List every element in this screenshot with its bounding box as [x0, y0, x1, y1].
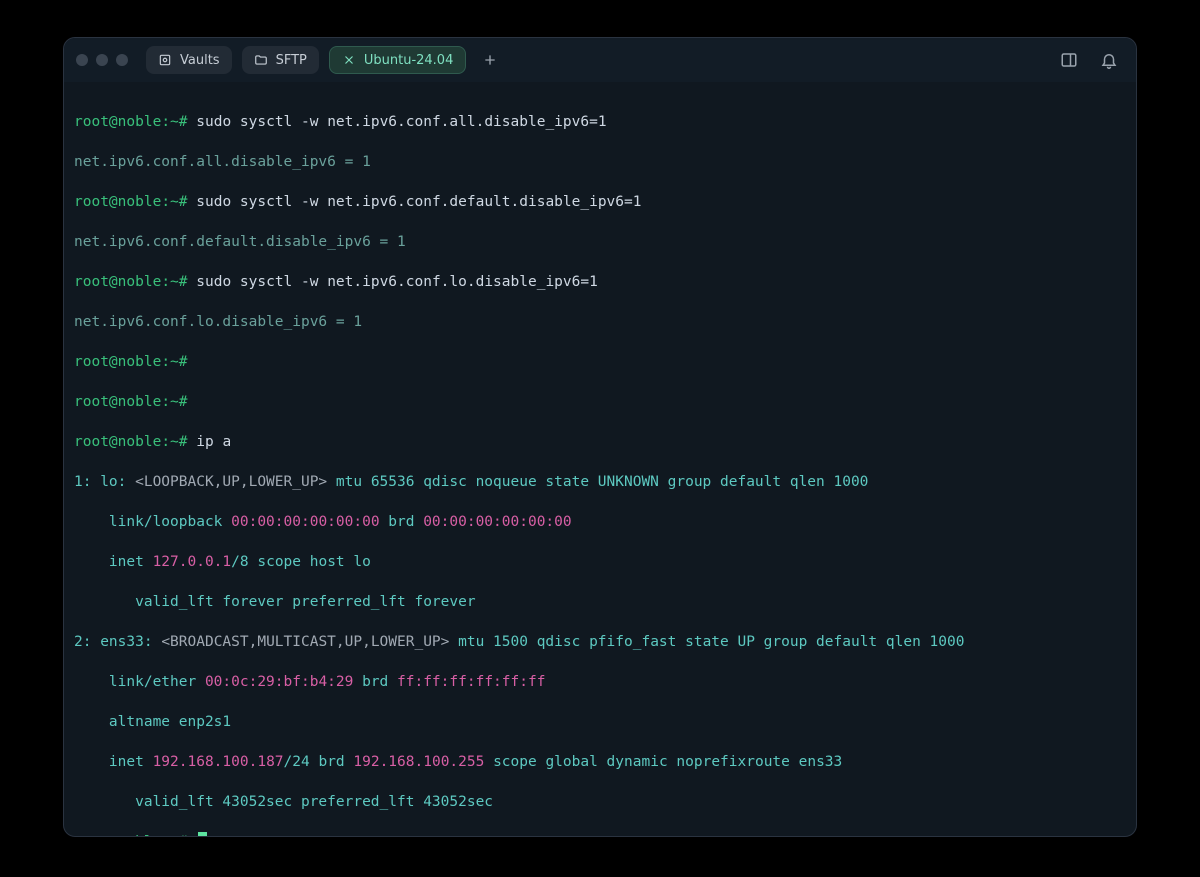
shell-prompt: root@noble:~# — [74, 354, 188, 370]
terminal-cursor — [198, 832, 207, 836]
output-line: valid_lft forever preferred_lft forever — [74, 592, 1126, 612]
sidebar-toggle-button[interactable] — [1054, 45, 1084, 75]
tab-label: SFTP — [276, 53, 307, 68]
command-text: sudo sysctl -w net.ipv6.conf.default.dis… — [196, 194, 641, 210]
vaults-icon — [158, 53, 172, 67]
terminal-output[interactable]: root@noble:~# sudo sysctl -w net.ipv6.co… — [64, 82, 1136, 836]
shell-prompt: root@noble:~# — [74, 194, 188, 210]
output-line: net.ipv6.conf.lo.disable_ipv6 = 1 — [74, 312, 1126, 332]
output-line: inet 127.0.0.1/8 scope host lo — [74, 552, 1126, 572]
new-tab-button[interactable] — [476, 46, 504, 74]
shell-prompt: root@noble:~# — [74, 394, 188, 410]
output-line: link/ether 00:0c:29:bf:b4:29 brd ff:ff:f… — [74, 672, 1126, 692]
shell-prompt: root@noble:~# — [74, 114, 188, 130]
close-tab-icon[interactable] — [342, 53, 356, 67]
tab-label: Ubuntu-24.04 — [364, 53, 454, 68]
output-line: 2: ens33: <BROADCAST,MULTICAST,UP,LOWER_… — [74, 632, 1126, 652]
shell-prompt: root@noble:~# — [74, 834, 188, 836]
close-window-button[interactable] — [76, 54, 88, 66]
output-line: valid_lft 43052sec preferred_lft 43052se… — [74, 792, 1126, 812]
tab-ubuntu[interactable]: Ubuntu-24.04 — [329, 46, 467, 74]
title-bar: Vaults SFTP Ubuntu-24.04 — [64, 38, 1136, 82]
notifications-button[interactable] — [1094, 45, 1124, 75]
output-line: net.ipv6.conf.all.disable_ipv6 = 1 — [74, 152, 1126, 172]
output-line: net.ipv6.conf.default.disable_ipv6 = 1 — [74, 232, 1126, 252]
shell-prompt: root@noble:~# — [74, 274, 188, 290]
output-line: 1: lo: <LOOPBACK,UP,LOWER_UP> mtu 65536 … — [74, 472, 1126, 492]
terminal-window: Vaults SFTP Ubuntu-24.04 — [63, 37, 1137, 837]
output-line: inet 192.168.100.187/24 brd 192.168.100.… — [74, 752, 1126, 772]
tab-label: Vaults — [180, 53, 220, 68]
maximize-window-button[interactable] — [116, 54, 128, 66]
output-line: altname enp2s1 — [74, 712, 1126, 732]
command-text: sudo sysctl -w net.ipv6.conf.all.disable… — [196, 114, 606, 130]
folder-icon — [254, 53, 268, 67]
tab-sftp[interactable]: SFTP — [242, 46, 319, 74]
command-text: ip a — [196, 434, 231, 450]
tab-vaults[interactable]: Vaults — [146, 46, 232, 74]
output-line: link/loopback 00:00:00:00:00:00 brd 00:0… — [74, 512, 1126, 532]
command-text: sudo sysctl -w net.ipv6.conf.lo.disable_… — [196, 274, 598, 290]
minimize-window-button[interactable] — [96, 54, 108, 66]
window-controls — [76, 54, 128, 66]
shell-prompt: root@noble:~# — [74, 434, 188, 450]
